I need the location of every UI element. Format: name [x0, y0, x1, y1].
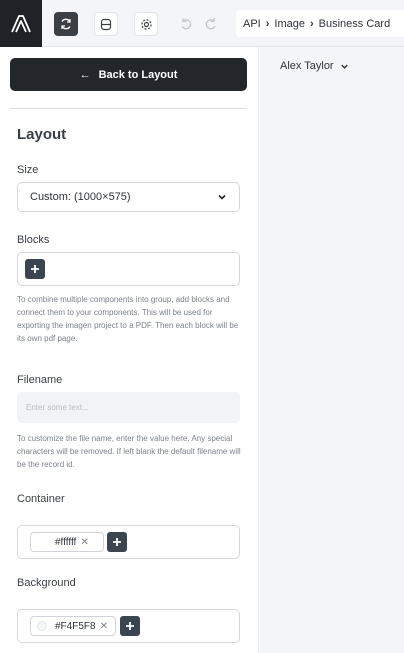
- user-menu[interactable]: Alex Taylor: [280, 60, 349, 72]
- back-to-layout-button[interactable]: ← Back to Layout: [10, 58, 247, 91]
- container-color-field: #ffffff ✕: [17, 525, 240, 559]
- plus-icon: [113, 538, 121, 546]
- panel-heading: Layout: [17, 126, 67, 143]
- layout-panel: ← Back to Layout Layout Size Custom: (10…: [0, 47, 259, 653]
- canvas-area: Alex Taylor: [260, 47, 404, 653]
- back-button-label: Back to Layout: [98, 68, 178, 81]
- color-swatch: [37, 537, 47, 547]
- add-container-color-button[interactable]: [107, 532, 127, 552]
- undo-icon: [181, 18, 192, 30]
- filename-input[interactable]: [17, 392, 240, 423]
- arrow-left-icon: ←: [79, 68, 91, 81]
- background-color-value: #F4F5F8: [55, 620, 96, 632]
- plus-icon: [31, 265, 39, 273]
- blocks-label: Blocks: [17, 234, 50, 246]
- gear-icon: [140, 18, 152, 30]
- database-button[interactable]: [94, 12, 118, 36]
- breadcrumb-item-api[interactable]: API: [243, 18, 261, 30]
- background-color-field: #F4F5F8 ✕: [17, 609, 240, 643]
- redo-button[interactable]: [199, 12, 223, 36]
- blocks-field: [17, 252, 240, 286]
- size-select[interactable]: Custom: (1000×575): [17, 182, 240, 212]
- filename-help-text: To customize the file name, enter the va…: [17, 434, 241, 469]
- top-toolbar: API › Image › Business Card: [0, 0, 404, 47]
- chevron-right-icon: ›: [265, 17, 270, 30]
- add-block-button[interactable]: [25, 259, 45, 279]
- breadcrumb-item-image[interactable]: Image: [274, 18, 305, 30]
- app-logo[interactable]: [0, 0, 42, 47]
- breadcrumb: API › Image › Business Card: [236, 10, 404, 37]
- sync-button[interactable]: [54, 12, 78, 36]
- container-color-chip[interactable]: #ffffff ✕: [30, 532, 104, 552]
- breadcrumb-item-business-card: Business Card: [318, 17, 391, 30]
- container-label: Container: [17, 493, 65, 505]
- chevron-right-icon: ›: [309, 17, 314, 30]
- filename-label: Filename: [17, 374, 63, 386]
- divider: [10, 108, 247, 109]
- size-label: Size: [17, 164, 39, 176]
- database-icon: [100, 18, 112, 30]
- undo-button[interactable]: [174, 12, 198, 36]
- sync-icon: [61, 18, 71, 30]
- add-background-color-button[interactable]: [120, 616, 140, 636]
- close-icon[interactable]: ✕: [80, 537, 88, 548]
- size-select-value: Custom: (1000×575): [30, 191, 131, 203]
- settings-button[interactable]: [134, 12, 158, 36]
- chevron-down-icon: [218, 194, 226, 200]
- logo-a-icon: [11, 14, 31, 32]
- redo-icon: [205, 18, 216, 30]
- blocks-help-text: To combine multiple components into grou…: [17, 295, 239, 343]
- close-icon[interactable]: ✕: [100, 621, 108, 632]
- plus-icon: [126, 622, 134, 630]
- color-swatch: [37, 621, 47, 631]
- container-color-value: #ffffff: [55, 536, 77, 548]
- background-label: Background: [17, 577, 76, 589]
- user-name: Alex Taylor: [280, 60, 334, 72]
- chevron-down-icon: [340, 64, 348, 69]
- background-color-chip[interactable]: #F4F5F8 ✕: [30, 616, 116, 636]
